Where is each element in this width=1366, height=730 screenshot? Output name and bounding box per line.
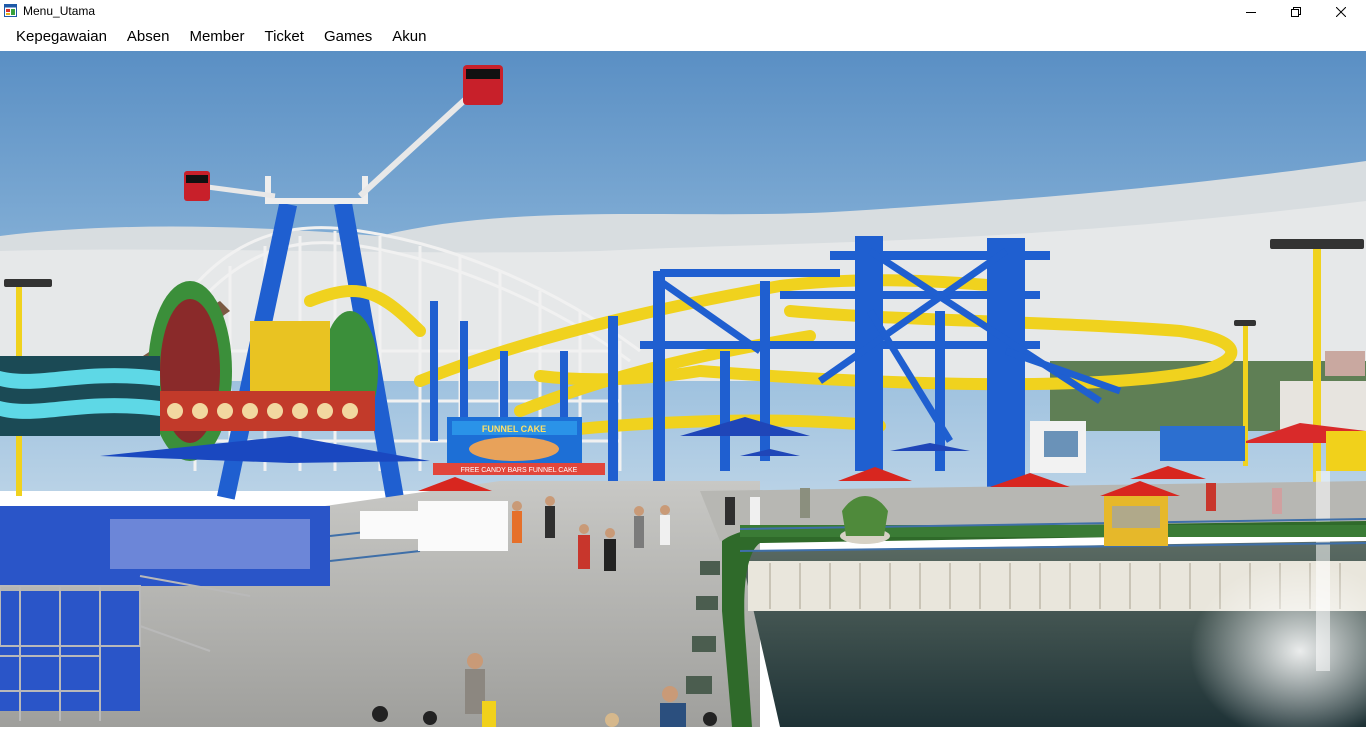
minimize-button[interactable] bbox=[1228, 0, 1274, 23]
menu-absen[interactable]: Absen bbox=[117, 23, 180, 51]
menu-member[interactable]: Member bbox=[179, 23, 254, 51]
menu-akun[interactable]: Akun bbox=[382, 23, 436, 51]
amusement-park-photo: FUNNEL CAKE FREE CANDY BARS FUNNEL CAKE bbox=[0, 51, 1366, 727]
menu-games[interactable]: Games bbox=[314, 23, 382, 51]
stand-banner: FUNNEL CAKE bbox=[482, 424, 546, 434]
restore-button[interactable] bbox=[1273, 0, 1319, 23]
amusement-park-illustration: FUNNEL CAKE FREE CANDY BARS FUNNEL CAKE bbox=[0, 51, 1366, 727]
close-icon bbox=[1336, 6, 1346, 17]
window-title: Menu_Utama bbox=[23, 4, 96, 18]
minimize-icon bbox=[1246, 11, 1256, 13]
close-button[interactable] bbox=[1318, 0, 1364, 23]
menu-ticket[interactable]: Ticket bbox=[254, 23, 313, 51]
title-bar: Menu_Utama bbox=[0, 0, 1366, 23]
stand-sub-banner: FREE CANDY BARS FUNNEL CAKE bbox=[461, 467, 578, 474]
menu-bar: Kepegawaian Absen Member Ticket Games Ak… bbox=[0, 23, 1366, 51]
windows-form-icon bbox=[4, 4, 17, 17]
menu-kepegawaian[interactable]: Kepegawaian bbox=[6, 23, 117, 51]
restore-icon bbox=[1291, 6, 1301, 17]
